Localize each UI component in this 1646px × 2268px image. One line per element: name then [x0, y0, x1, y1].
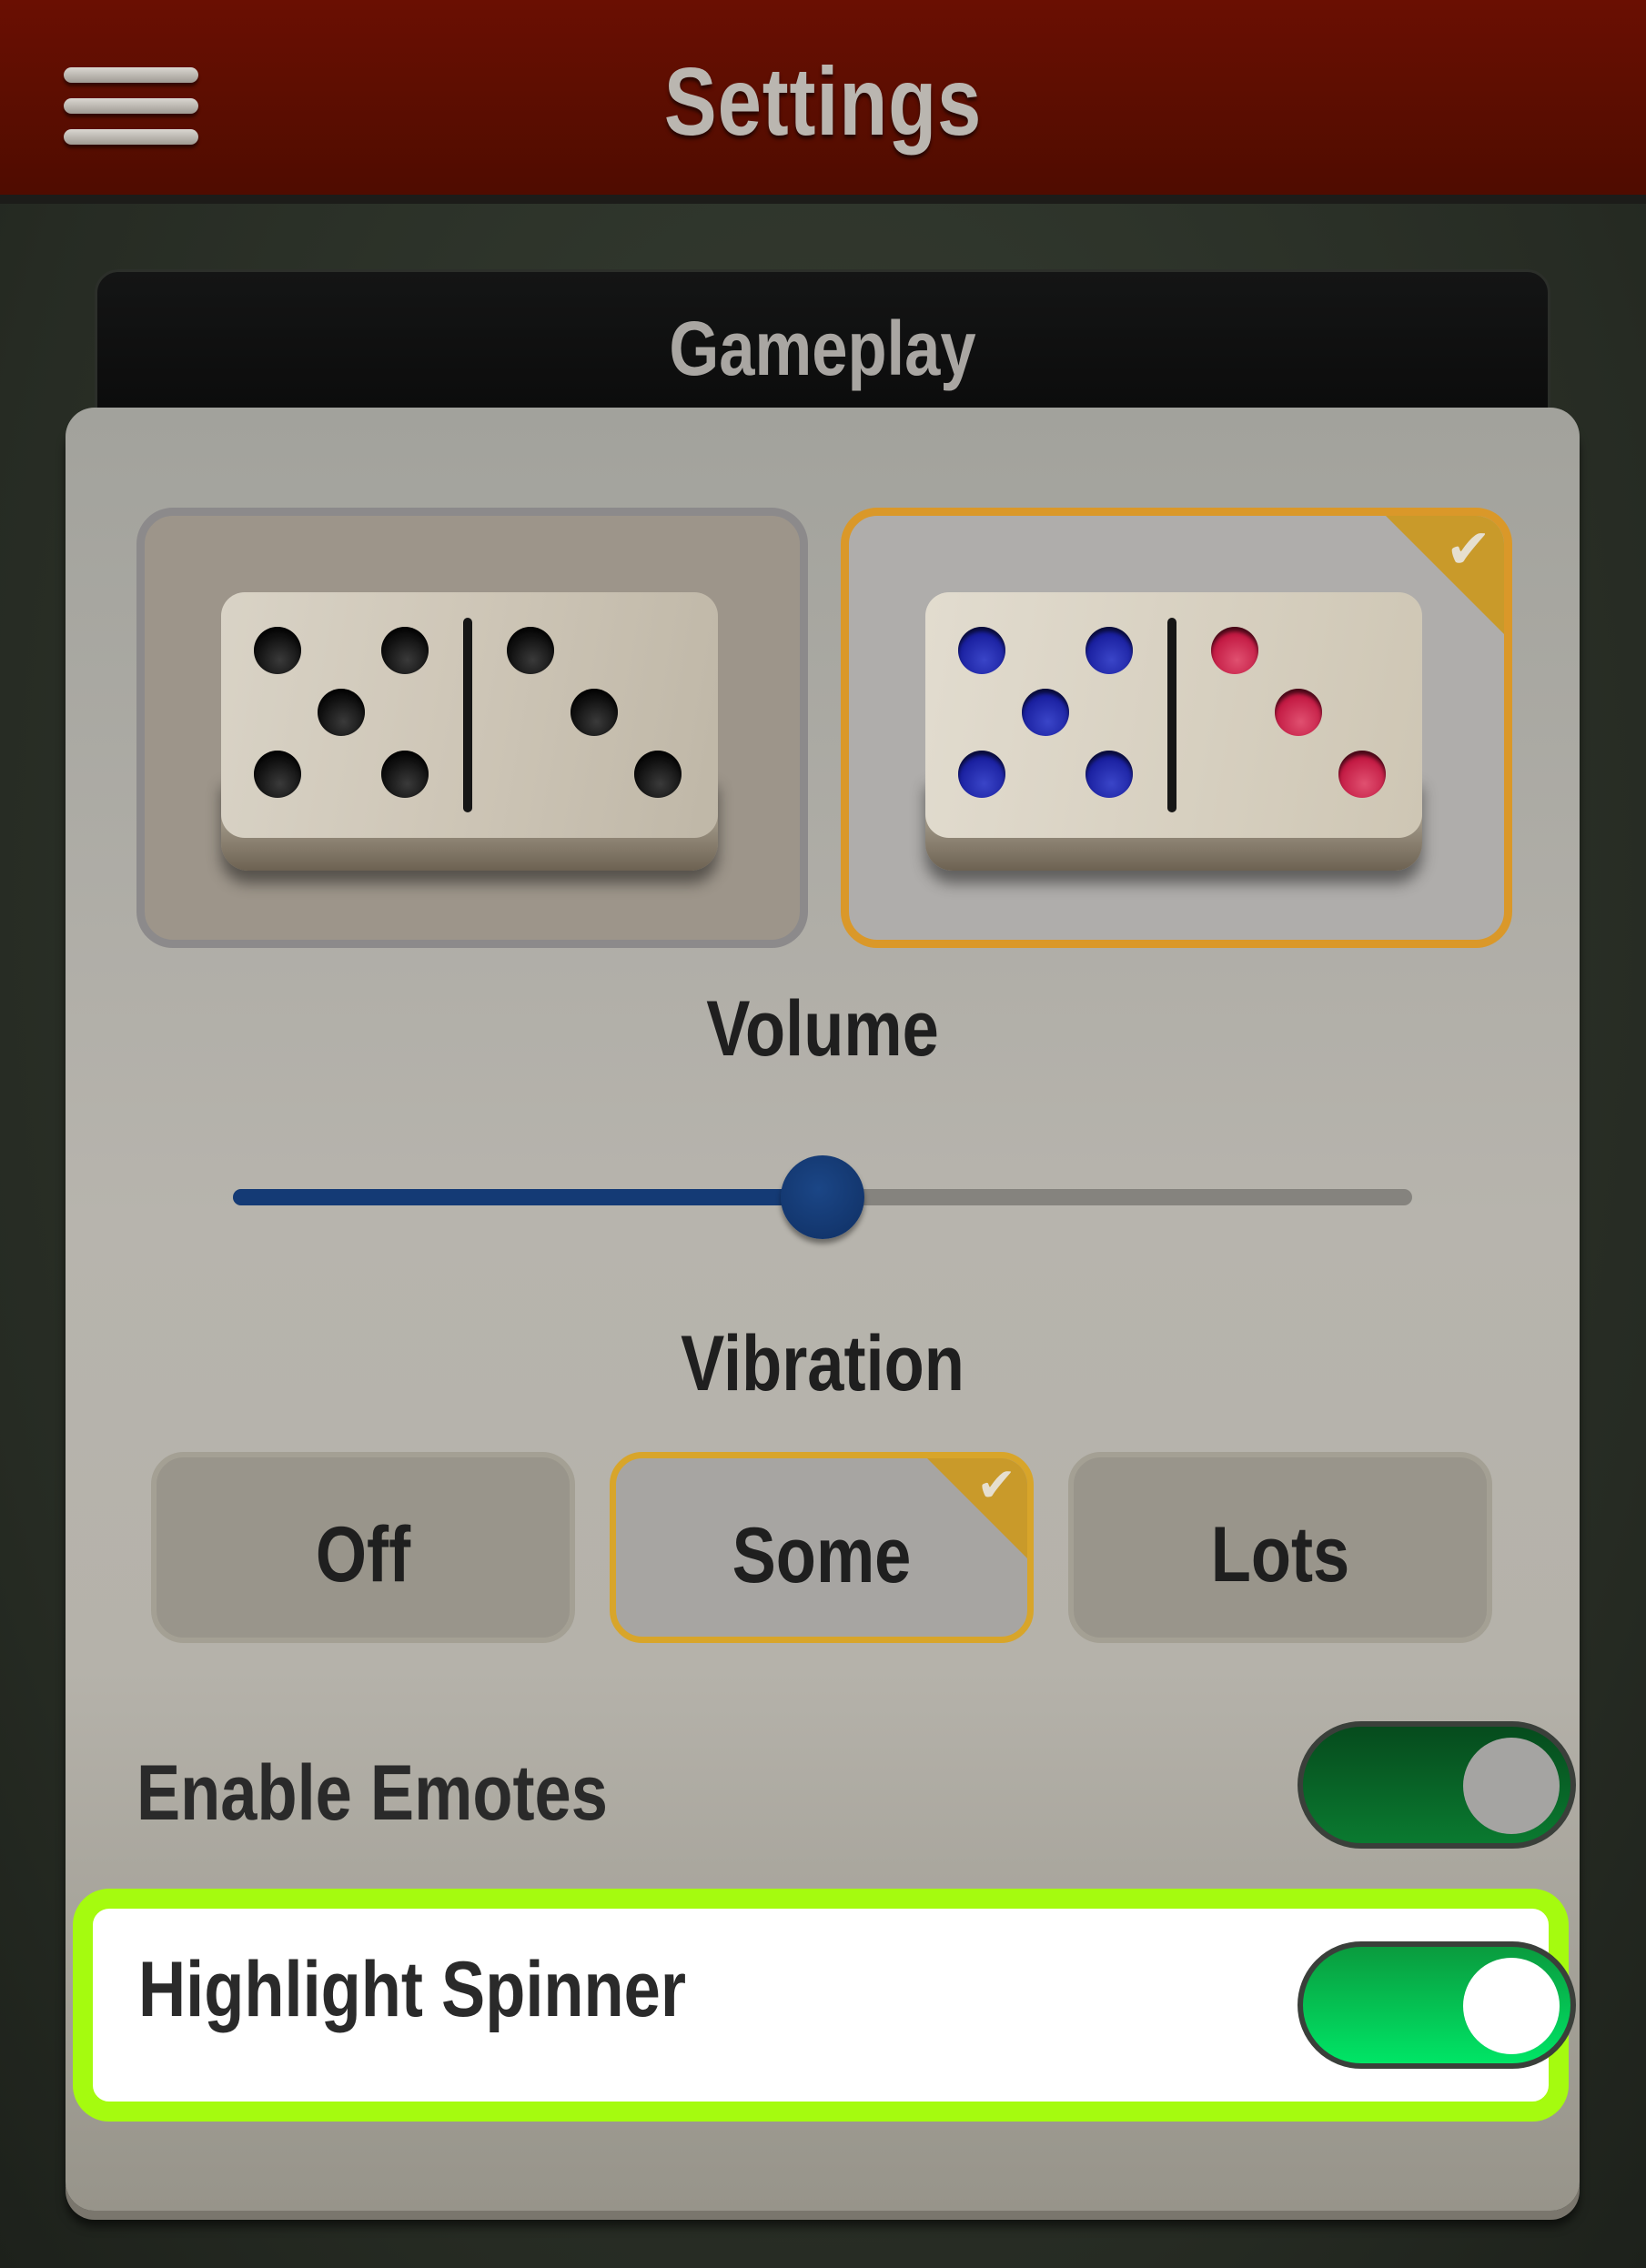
- volume-thumb[interactable]: [781, 1155, 864, 1239]
- header-bar: Settings: [0, 0, 1646, 204]
- enable-emotes-label: Enable Emotes: [136, 1749, 608, 1837]
- domino-color-image: [925, 592, 1422, 871]
- highlight-spinner-row: Highlight Spinner: [73, 1889, 1576, 2122]
- highlight-spinner-label: Highlight Spinner: [138, 1946, 686, 2033]
- toggle-knob: [1463, 1958, 1560, 2054]
- page-title: Settings: [663, 48, 983, 156]
- check-icon: ✔: [976, 1459, 1016, 1512]
- highlight-spinner-toggle[interactable]: [1298, 1941, 1576, 2069]
- enable-emotes-toggle[interactable]: [1298, 1721, 1576, 1849]
- vibration-lots-button[interactable]: Lots: [1068, 1452, 1492, 1643]
- vibration-off-button[interactable]: Off: [151, 1452, 575, 1643]
- settings-panel: ✔ Volume Vibration Off ✔ Some Lots Enabl…: [66, 408, 1580, 2211]
- domino-classic-image: [221, 592, 718, 871]
- vibration-some-button[interactable]: ✔ Some: [610, 1452, 1034, 1643]
- domino-style-classic[interactable]: [136, 508, 808, 948]
- domino-style-color[interactable]: ✔: [841, 508, 1512, 948]
- enable-emotes-row: Enable Emotes: [136, 1721, 1576, 1858]
- volume-fill: [233, 1189, 823, 1205]
- vibration-lots-label: Lots: [1210, 1511, 1350, 1598]
- vibration-some-label: Some: [732, 1512, 912, 1599]
- volume-slider[interactable]: [233, 1155, 1412, 1239]
- volume-label: Volume: [706, 985, 939, 1073]
- vibration-label: Vibration: [681, 1320, 964, 1407]
- vibration-off-label: Off: [315, 1511, 411, 1598]
- toggle-knob: [1463, 1738, 1560, 1834]
- section-title: Gameplay: [669, 306, 976, 391]
- check-icon: ✔: [1445, 519, 1491, 580]
